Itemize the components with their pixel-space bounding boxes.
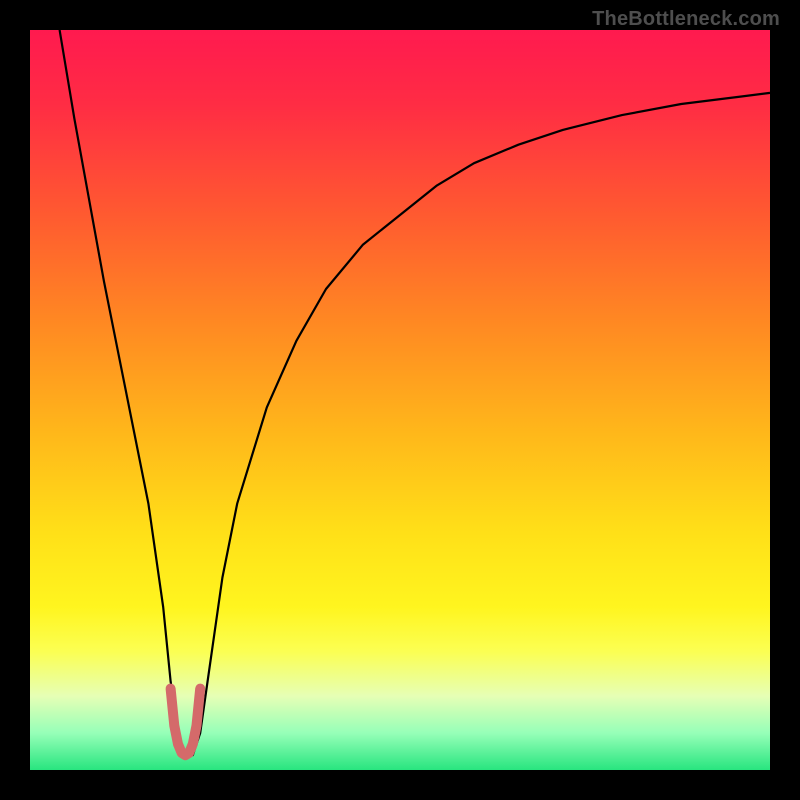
- watermark-text: TheBottleneck.com: [592, 8, 780, 31]
- chart-plot: [30, 30, 770, 770]
- chart-area: [30, 30, 770, 770]
- bottleneck-curve: [60, 30, 770, 755]
- optimum-marker: [171, 689, 201, 756]
